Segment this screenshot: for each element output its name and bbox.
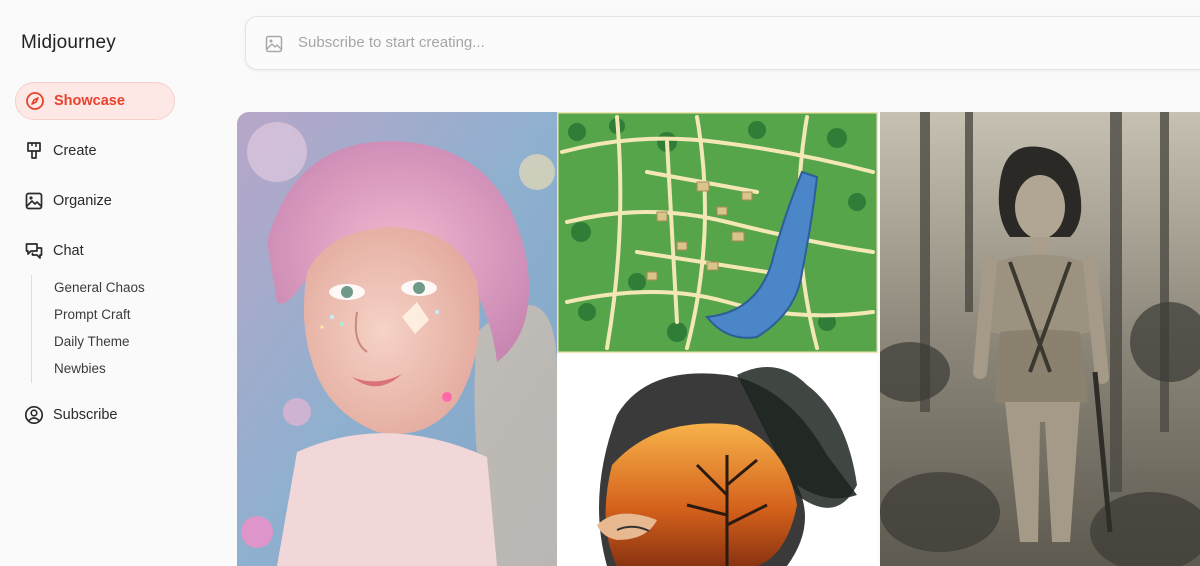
prompt-placeholder: Subscribe to start creating... <box>298 34 485 51</box>
gallery-image-map[interactable] <box>557 112 878 353</box>
gallery-image-tree-face[interactable] <box>557 355 878 566</box>
brush-icon <box>24 141 44 161</box>
gallery-image-fairy[interactable] <box>237 112 557 566</box>
sidebar: Midjourney Showcase Create Organize Chat… <box>0 0 225 566</box>
channel-general-chaos[interactable]: General Chaos <box>54 280 145 295</box>
sidebar-item-organize[interactable]: Organize <box>15 182 175 220</box>
sidebar-item-create[interactable]: Create <box>15 132 175 170</box>
app-title: Midjourney <box>21 32 116 53</box>
sidebar-item-label: Showcase <box>54 93 125 109</box>
channel-daily-theme[interactable]: Daily Theme <box>54 334 130 349</box>
compass-icon <box>25 91 45 111</box>
sidebar-item-showcase[interactable]: Showcase <box>15 82 175 120</box>
channel-prompt-craft[interactable]: Prompt Craft <box>54 307 131 322</box>
sidebar-item-label: Create <box>53 143 97 159</box>
user-circle-icon <box>24 405 44 425</box>
chat-bubbles-icon <box>24 241 44 261</box>
sidebar-item-label: Organize <box>53 193 112 209</box>
sidebar-item-label: Subscribe <box>53 407 118 423</box>
image-icon <box>24 191 44 211</box>
sidebar-item-chat[interactable]: Chat <box>15 232 175 270</box>
chat-channel-list: General Chaos Prompt Craft Daily Theme N… <box>31 275 181 383</box>
channel-newbies[interactable]: Newbies <box>54 361 106 376</box>
image-icon <box>264 34 284 54</box>
sidebar-item-label: Chat <box>53 243 84 259</box>
prompt-bar[interactable]: Subscribe to start creating... <box>245 16 1200 70</box>
gallery-image-vintage-woman[interactable] <box>880 112 1200 566</box>
sidebar-item-subscribe[interactable]: Subscribe <box>15 396 175 434</box>
